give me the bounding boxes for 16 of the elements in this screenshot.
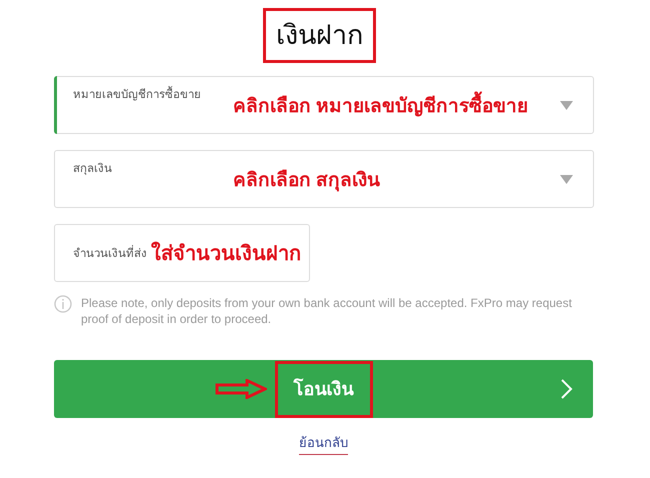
dropdown-field[interactable]: หมายเลขบัญชีการซื้อขาย คลิกเลือก หมายเลขบัญชีการซื้อขาย — [54, 76, 594, 134]
dropdown-caret-icon[interactable] — [560, 101, 573, 110]
annotation-text: คลิกเลือก สกุลเงิน — [233, 168, 380, 194]
field-label: หมายเลขบัญชีการซื้อขาย — [73, 85, 202, 103]
notice-text: Please note, only deposits from your own bank account will be accepted. FxPro may request proof of deposit in order to proceed. — [81, 295, 573, 327]
annotation-text: ใส่จำนวนเงินฝาก — [151, 240, 301, 267]
dropdown-caret-icon[interactable] — [560, 175, 573, 184]
annotation-text: คลิกเลือก หมายเลขบัญชีการซื้อขาย — [233, 90, 528, 120]
page-title: เงินฝาก — [263, 8, 376, 63]
field-label: สกุลเงิน — [73, 160, 113, 177]
back-link[interactable]: ย้อนกลับ — [299, 432, 348, 455]
arrow-icon — [214, 379, 266, 399]
chevron-right-icon — [561, 379, 573, 399]
info-icon — [54, 295, 72, 313]
field-label: จำนวนเงินที่ส่ง — [73, 244, 147, 262]
dropdown-field[interactable]: สกุลเงิน คลิกเลือก สกุลเงิน — [54, 150, 594, 208]
